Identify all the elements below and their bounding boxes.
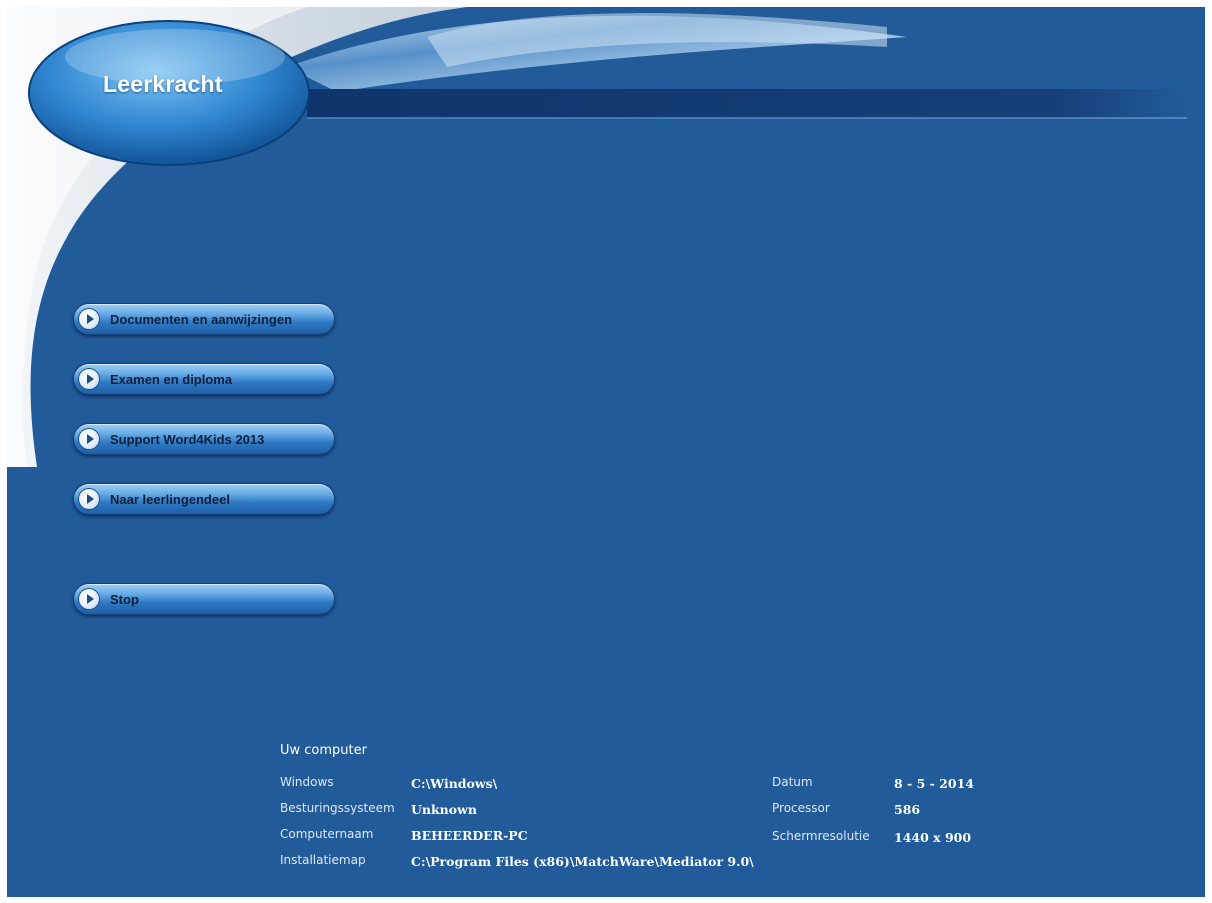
computer-info-heading: Uw computer bbox=[280, 743, 367, 758]
install-folder-label: Installatiemap bbox=[280, 853, 366, 867]
menu-button-stop[interactable]: Stop bbox=[73, 583, 335, 615]
menu-button-label: Documenten en aanwijzingen bbox=[110, 312, 293, 327]
menu-button-label: Naar leerlingendeel bbox=[110, 492, 230, 507]
play-icon bbox=[78, 308, 100, 330]
play-icon bbox=[78, 428, 100, 450]
resolution-value: 1440 x 900 bbox=[894, 830, 972, 845]
menu-button-documenten[interactable]: Documenten en aanwijzingen bbox=[73, 303, 335, 335]
os-label: Besturingssysteem bbox=[280, 801, 395, 815]
play-icon bbox=[78, 588, 100, 610]
processor-label: Processor bbox=[772, 801, 830, 815]
computer-name-value: BEHEERDER-PC bbox=[411, 828, 528, 843]
processor-value: 586 bbox=[894, 802, 921, 817]
app-title: Leerkracht bbox=[103, 71, 223, 97]
menu-button-examen[interactable]: Examen en diploma bbox=[73, 363, 335, 395]
computer-name-label: Computernaam bbox=[280, 827, 374, 841]
date-value: 8 - 5 - 2014 bbox=[894, 776, 974, 791]
windows-label: Windows bbox=[280, 775, 334, 789]
menu-button-label: Examen en diploma bbox=[110, 372, 233, 387]
windows-value: C:\Windows\ bbox=[411, 776, 498, 791]
menu-button-label: Support Word4Kids 2013 bbox=[110, 432, 265, 447]
resolution-label: Schermresolutie bbox=[772, 829, 870, 843]
app-window: Leerkracht Documenten en aanwijzingen Ex… bbox=[7, 7, 1205, 897]
menu-button-label: Stop bbox=[110, 592, 139, 607]
play-icon bbox=[78, 368, 100, 390]
menu-button-leerlingendeel[interactable]: Naar leerlingendeel bbox=[73, 483, 335, 515]
play-icon bbox=[78, 488, 100, 510]
os-value: Unknown bbox=[411, 802, 477, 817]
date-label: Datum bbox=[772, 775, 813, 789]
install-folder-value: C:\Program Files (x86)\MatchWare\Mediato… bbox=[411, 854, 754, 869]
menu-button-support[interactable]: Support Word4Kids 2013 bbox=[73, 423, 335, 455]
